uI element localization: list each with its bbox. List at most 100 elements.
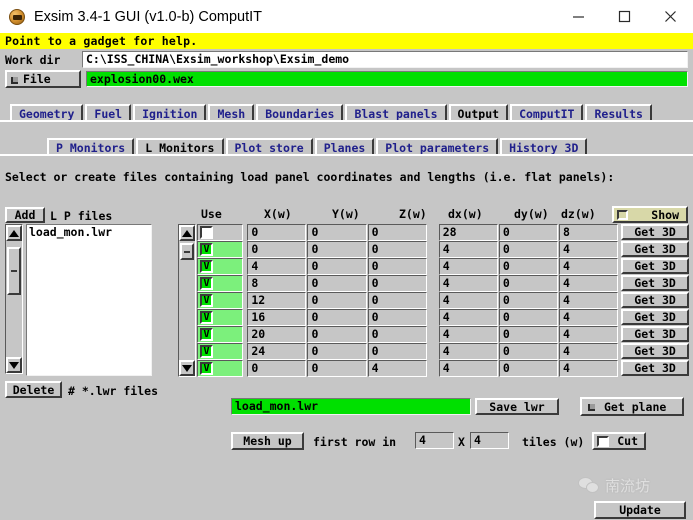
z-cell[interactable]: 0 bbox=[367, 309, 427, 326]
z-cell[interactable]: 0 bbox=[367, 224, 427, 241]
dx-cell[interactable]: 4 bbox=[438, 326, 498, 343]
get-plane-button[interactable]: Get plane bbox=[580, 397, 684, 416]
update-button[interactable]: Update bbox=[594, 501, 686, 519]
y-cell[interactable]: 0 bbox=[307, 258, 367, 275]
x-cell[interactable]: 0 bbox=[247, 241, 307, 258]
use-checkbox[interactable]: V bbox=[200, 277, 213, 290]
dx-cell[interactable]: 4 bbox=[438, 258, 498, 275]
dy-cell[interactable]: 0 bbox=[498, 224, 558, 241]
x-cell[interactable]: 0 bbox=[247, 360, 307, 377]
save-lwr-button[interactable]: Save lwr bbox=[475, 398, 559, 415]
x-cell[interactable]: 0 bbox=[247, 224, 307, 241]
x-cell[interactable]: 8 bbox=[247, 275, 307, 292]
use-cell[interactable]: V bbox=[197, 275, 244, 292]
z-cell[interactable]: 4 bbox=[367, 360, 427, 377]
minimize-icon[interactable] bbox=[555, 0, 601, 33]
mesh-cols-input[interactable]: 4 bbox=[470, 432, 509, 449]
show-checkbox[interactable] bbox=[617, 210, 628, 220]
dz-cell[interactable]: 8 bbox=[558, 224, 619, 241]
y-cell[interactable]: 0 bbox=[307, 241, 367, 258]
use-checkbox[interactable]: V bbox=[200, 311, 213, 324]
get-3d-button[interactable]: Get 3D bbox=[621, 309, 689, 325]
delete-file-button[interactable]: Delete bbox=[5, 381, 62, 398]
dx-cell[interactable]: 4 bbox=[438, 309, 498, 326]
work-dir-input[interactable]: C:\ISS_CHINA\Exsim_workshop\Exsim_demo bbox=[82, 51, 688, 68]
dx-cell[interactable]: 4 bbox=[438, 360, 498, 377]
table-scroll-up-icon[interactable] bbox=[179, 225, 195, 241]
panel-table-scrollbar[interactable] bbox=[178, 224, 196, 377]
use-checkbox[interactable]: V bbox=[200, 328, 213, 341]
use-checkbox[interactable]: V bbox=[200, 260, 213, 273]
dy-cell[interactable]: 0 bbox=[498, 241, 558, 258]
y-cell[interactable]: 0 bbox=[307, 224, 367, 241]
use-cell[interactable]: V bbox=[197, 258, 244, 275]
z-cell[interactable]: 0 bbox=[367, 275, 427, 292]
dz-cell[interactable]: 4 bbox=[558, 241, 619, 258]
use-cell[interactable]: V bbox=[197, 292, 244, 309]
close-icon[interactable] bbox=[647, 0, 693, 33]
get-3d-button[interactable]: Get 3D bbox=[621, 275, 689, 291]
table-scroll-thumb[interactable] bbox=[180, 243, 194, 260]
dz-cell[interactable]: 4 bbox=[558, 360, 619, 377]
use-checkbox[interactable] bbox=[200, 226, 213, 239]
dy-cell[interactable]: 0 bbox=[498, 292, 558, 309]
cut-toggle-button[interactable]: Cut bbox=[592, 432, 646, 450]
file-list-scroll-thumb[interactable] bbox=[7, 247, 21, 295]
get-3d-button[interactable]: Get 3D bbox=[621, 241, 689, 257]
z-cell[interactable]: 0 bbox=[367, 343, 427, 360]
dx-cell[interactable]: 4 bbox=[438, 241, 498, 258]
use-cell[interactable]: V bbox=[197, 360, 244, 377]
list-item[interactable]: load_mon.lwr bbox=[27, 225, 151, 240]
use-checkbox[interactable]: V bbox=[200, 362, 213, 375]
dx-cell[interactable]: 28 bbox=[438, 224, 498, 241]
dz-cell[interactable]: 4 bbox=[558, 343, 619, 360]
dy-cell[interactable]: 0 bbox=[498, 309, 558, 326]
save-filename-input[interactable]: load_mon.lwr bbox=[231, 398, 471, 415]
get-3d-button[interactable]: Get 3D bbox=[621, 224, 689, 240]
y-cell[interactable]: 0 bbox=[307, 292, 367, 309]
dz-cell[interactable]: 4 bbox=[558, 309, 619, 326]
dy-cell[interactable]: 0 bbox=[498, 275, 558, 292]
table-scroll-down-icon[interactable] bbox=[179, 360, 195, 376]
add-file-button[interactable]: Add bbox=[5, 207, 45, 223]
dx-cell[interactable]: 4 bbox=[438, 275, 498, 292]
x-cell[interactable]: 12 bbox=[247, 292, 307, 309]
use-cell[interactable]: V bbox=[197, 241, 244, 258]
lwr-file-list[interactable]: load_mon.lwr bbox=[26, 224, 152, 376]
x-cell[interactable]: 16 bbox=[247, 309, 307, 326]
file-list-scrollbar[interactable] bbox=[5, 224, 23, 374]
get-3d-button[interactable]: Get 3D bbox=[621, 258, 689, 274]
dy-cell[interactable]: 0 bbox=[498, 360, 558, 377]
y-cell[interactable]: 0 bbox=[307, 309, 367, 326]
dy-cell[interactable]: 0 bbox=[498, 258, 558, 275]
get-3d-button[interactable]: Get 3D bbox=[621, 292, 689, 308]
get-3d-button[interactable]: Get 3D bbox=[621, 343, 689, 359]
use-cell[interactable] bbox=[197, 224, 244, 241]
use-checkbox[interactable]: V bbox=[200, 345, 213, 358]
dy-cell[interactable]: 0 bbox=[498, 326, 558, 343]
use-checkbox[interactable]: V bbox=[200, 243, 213, 256]
use-cell[interactable]: V bbox=[197, 343, 244, 360]
y-cell[interactable]: 0 bbox=[307, 343, 367, 360]
use-cell[interactable]: V bbox=[197, 326, 244, 343]
use-checkbox[interactable]: V bbox=[200, 294, 213, 307]
dz-cell[interactable]: 4 bbox=[558, 292, 619, 309]
z-cell[interactable]: 0 bbox=[367, 292, 427, 309]
mesh-up-button[interactable]: Mesh up bbox=[231, 432, 304, 450]
scroll-down-icon[interactable] bbox=[6, 357, 22, 373]
z-cell[interactable]: 0 bbox=[367, 326, 427, 343]
cut-checkbox[interactable] bbox=[597, 436, 609, 447]
dz-cell[interactable]: 4 bbox=[558, 275, 619, 292]
show-toggle-button[interactable]: Show bbox=[612, 206, 688, 223]
dz-cell[interactable]: 4 bbox=[558, 326, 619, 343]
file-menu-button[interactable]: File bbox=[5, 70, 81, 88]
dz-cell[interactable]: 4 bbox=[558, 258, 619, 275]
x-cell[interactable]: 24 bbox=[247, 343, 307, 360]
z-cell[interactable]: 0 bbox=[367, 258, 427, 275]
scroll-up-icon[interactable] bbox=[6, 225, 22, 241]
y-cell[interactable]: 0 bbox=[307, 275, 367, 292]
x-cell[interactable]: 4 bbox=[247, 258, 307, 275]
y-cell[interactable]: 0 bbox=[307, 326, 367, 343]
get-3d-button[interactable]: Get 3D bbox=[621, 360, 689, 376]
dx-cell[interactable]: 4 bbox=[438, 292, 498, 309]
